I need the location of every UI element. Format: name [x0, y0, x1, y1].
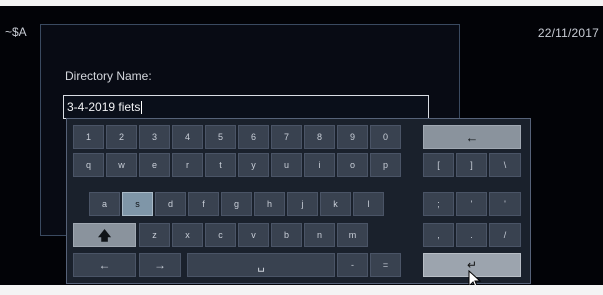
key-y[interactable]: y — [238, 153, 269, 177]
key-o[interactable]: o — [337, 153, 368, 177]
cursor-right-key[interactable]: → — [139, 253, 181, 277]
key-d[interactable]: d — [155, 192, 186, 216]
key-w[interactable]: w — [106, 153, 137, 177]
key-f[interactable]: f — [188, 192, 219, 216]
directory-name-input[interactable]: 3-4-2019 fiets — [63, 95, 429, 119]
key-backslash[interactable]: \ — [489, 153, 521, 177]
key-c[interactable]: c — [205, 223, 236, 247]
key-apostrophe[interactable]: ' — [489, 192, 521, 216]
key-e[interactable]: e — [139, 153, 170, 177]
key-1[interactable]: 1 — [73, 125, 104, 149]
key-2[interactable]: 2 — [106, 125, 137, 149]
key-period[interactable]: . — [456, 223, 487, 247]
space-key[interactable]: ␣ — [187, 253, 335, 277]
key-v[interactable]: v — [238, 223, 269, 247]
key-0[interactable]: 0 — [370, 125, 401, 149]
key-6[interactable]: 6 — [238, 125, 269, 149]
key-r[interactable]: r — [172, 153, 203, 177]
text-caret — [141, 101, 143, 115]
key-b[interactable]: b — [271, 223, 302, 247]
key-quote[interactable]: ' — [456, 192, 487, 216]
key-p[interactable]: p — [370, 153, 401, 177]
directory-name-value: 3-4-2019 fiets — [67, 100, 141, 114]
on-screen-keyboard: 1 2 3 4 5 6 7 8 9 0 ← q w e r t y u i o … — [66, 118, 531, 284]
key-n[interactable]: n — [304, 223, 335, 247]
key-a[interactable]: a — [89, 192, 120, 216]
key-u[interactable]: u — [271, 153, 302, 177]
space-bar-icon: ␣ — [257, 258, 265, 272]
key-7[interactable]: 7 — [271, 125, 302, 149]
key-3[interactable]: 3 — [139, 125, 170, 149]
shift-key[interactable]: 🡅 — [73, 223, 136, 247]
key-right-bracket[interactable]: ] — [456, 153, 487, 177]
backspace-key[interactable]: ← — [423, 125, 521, 149]
key-comma[interactable]: , — [423, 223, 454, 247]
key-l[interactable]: l — [353, 192, 384, 216]
arrow-up-icon: 🡅 — [97, 227, 112, 243]
status-left-text: ~$A — [5, 25, 27, 39]
key-minus[interactable]: - — [337, 253, 368, 277]
arrow-right-icon: → — [154, 258, 166, 272]
backspace-icon: ← — [465, 129, 479, 145]
key-t[interactable]: t — [205, 153, 236, 177]
directory-name-label: Directory Name: — [65, 69, 152, 83]
arrow-left-icon: ← — [98, 258, 111, 272]
key-left-bracket[interactable]: [ — [423, 153, 454, 177]
key-8[interactable]: 8 — [304, 125, 335, 149]
key-k[interactable]: k — [320, 192, 351, 216]
key-9[interactable]: 9 — [337, 125, 368, 149]
key-h[interactable]: h — [254, 192, 285, 216]
dvr-screen: ~$A 22/11/2017 Directory Name: 3-4-2019 … — [0, 6, 603, 285]
cursor-left-key[interactable]: ← — [73, 253, 136, 277]
key-i[interactable]: i — [304, 153, 335, 177]
key-z[interactable]: z — [139, 223, 170, 247]
key-m[interactable]: m — [337, 223, 368, 247]
key-slash[interactable]: / — [489, 223, 521, 247]
date-display: 22/11/2017 — [537, 26, 599, 40]
key-x[interactable]: x — [172, 223, 203, 247]
mouse-pointer-icon — [468, 270, 482, 285]
key-semicolon[interactable]: ; — [423, 192, 454, 216]
key-4[interactable]: 4 — [172, 125, 203, 149]
key-5[interactable]: 5 — [205, 125, 236, 149]
key-g[interactable]: g — [221, 192, 252, 216]
key-s[interactable]: s — [122, 192, 153, 216]
key-equals[interactable]: = — [370, 253, 401, 277]
key-j[interactable]: j — [287, 192, 318, 216]
key-q[interactable]: q — [73, 153, 104, 177]
